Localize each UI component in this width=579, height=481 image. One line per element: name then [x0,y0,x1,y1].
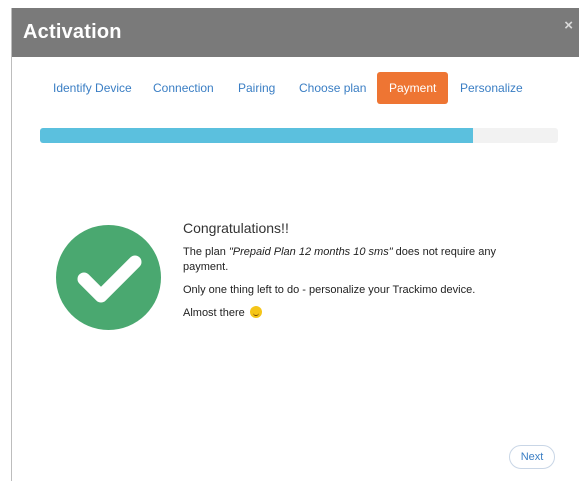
activation-modal: Activation × Identify Device Connection … [11,8,579,481]
progress-bar [40,128,558,143]
next-step-notice: Only one thing left to do - personalize … [183,284,476,296]
plan-notice-prefix: The plan [183,246,229,258]
modal-header: Activation × [12,8,579,57]
progress-bar-fill [40,128,473,143]
step-personalize[interactable]: Personalize [460,72,523,104]
smile-emoji-icon [249,306,262,318]
step-payment[interactable]: Payment [377,72,449,104]
almost-there-line: Almost there [183,306,543,321]
plan-name: "Prepaid Plan 12 months 10 sms" [228,246,393,258]
success-heading: Congratulations!! [183,220,289,236]
next-button[interactable]: Next [509,445,555,469]
modal-title: Activation [23,21,122,43]
step-identify-device[interactable]: Identify Device [53,72,132,104]
wizard-steps: Identify Device Connection Pairing Choos… [12,72,579,106]
step-connection[interactable]: Connection [153,72,214,104]
step-pairing[interactable]: Pairing [238,72,275,104]
close-icon[interactable]: × [564,18,573,33]
step-choose-plan[interactable]: Choose plan [299,72,366,104]
success-message: Congratulations!! The plan "Prepaid Plan… [183,219,543,329]
almost-there-text: Almost there [183,307,245,319]
check-circle-icon [56,225,161,330]
plan-notice: The plan "Prepaid Plan 12 months 10 sms"… [183,245,543,275]
